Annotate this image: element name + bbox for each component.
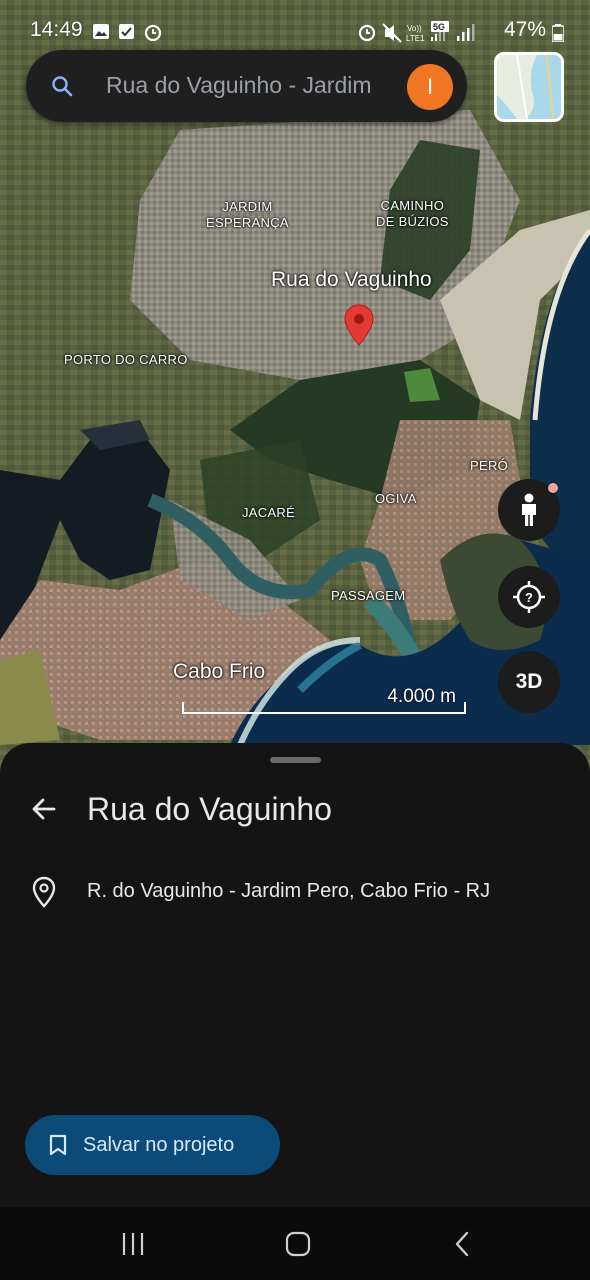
system-nav-bar bbox=[0, 1207, 590, 1280]
home-icon[interactable] bbox=[283, 1229, 313, 1259]
place-address: R. do Vaguinho - Jardim Pero, Cabo Frio … bbox=[87, 880, 491, 902]
scale-label: 4.000 m bbox=[387, 686, 456, 707]
notification-dot bbox=[548, 483, 558, 493]
mute-icon bbox=[382, 23, 402, 43]
back-arrow-icon[interactable] bbox=[30, 795, 58, 823]
battery-icon bbox=[552, 24, 564, 42]
street-view-button[interactable] bbox=[498, 479, 560, 541]
map-layers-button[interactable] bbox=[494, 52, 564, 122]
place-details-sheet[interactable]: Rua do Vaguinho R. do Vaguinho - Jardim … bbox=[0, 743, 590, 1207]
my-location-button[interactable]: ? bbox=[498, 566, 560, 628]
scale-bar: 4.000 m bbox=[180, 686, 466, 718]
status-left-icons bbox=[93, 24, 162, 42]
status-time: 14:49 bbox=[30, 18, 83, 41]
volte-icon: Vo))LTE1 bbox=[406, 24, 425, 43]
label-jacare: JACARÉ bbox=[242, 505, 296, 520]
location-unknown-icon: ? bbox=[513, 581, 545, 613]
location-pin-icon[interactable] bbox=[344, 304, 374, 346]
label-cabo-frio: Cabo Frio bbox=[173, 660, 266, 683]
svg-text:?: ? bbox=[525, 590, 533, 605]
label-jardim-esperanca: JARDIM ESPERANÇA bbox=[206, 199, 289, 230]
status-right-icons: Vo))LTE1 5G bbox=[358, 21, 475, 43]
3d-label: 3D bbox=[515, 670, 543, 693]
3d-button[interactable]: 3D bbox=[498, 651, 560, 713]
recent-apps-icon[interactable] bbox=[118, 1229, 148, 1259]
label-pero: PERÓ bbox=[470, 458, 509, 473]
pegman-icon bbox=[522, 493, 536, 526]
checkbox-icon bbox=[119, 24, 134, 39]
svg-text:Vo)): Vo)) bbox=[407, 24, 422, 33]
alarm-icon bbox=[144, 24, 162, 42]
place-pin-icon bbox=[32, 876, 56, 908]
search-input[interactable]: Rua do Vaguinho - Jardim bbox=[106, 72, 406, 99]
label-passagem: PASSAGEM bbox=[331, 588, 406, 603]
signal-icon bbox=[457, 24, 475, 41]
alarm-icon bbox=[358, 24, 376, 42]
sheet-drag-handle[interactable] bbox=[270, 757, 321, 763]
5g-icon: 5G bbox=[431, 21, 449, 41]
label-ogiva: OGIVA bbox=[375, 491, 417, 506]
search-icon[interactable] bbox=[50, 74, 74, 98]
label-porto-do-carro: PORTO DO CARRO bbox=[64, 352, 188, 367]
image-icon bbox=[93, 24, 109, 39]
save-to-project-button[interactable]: Salvar no projeto bbox=[25, 1115, 280, 1175]
label-rua-do-vaguinho: Rua do Vaguinho bbox=[271, 268, 432, 291]
save-button-label: Salvar no projeto bbox=[83, 1134, 235, 1156]
svg-text:LTE1: LTE1 bbox=[406, 34, 425, 43]
battery-percent: 47% bbox=[503, 18, 546, 41]
label-caminho-de-buzios: CAMINHO DE BÚZIOS bbox=[376, 198, 449, 229]
search-bar[interactable]: Rua do Vaguinho - Jardim I bbox=[26, 50, 467, 122]
bookmark-icon bbox=[49, 1134, 67, 1156]
avatar[interactable]: I bbox=[407, 64, 453, 110]
place-title: Rua do Vaguinho bbox=[87, 791, 332, 827]
map-thumbnail-icon bbox=[497, 55, 561, 119]
back-nav-icon[interactable] bbox=[448, 1229, 478, 1259]
